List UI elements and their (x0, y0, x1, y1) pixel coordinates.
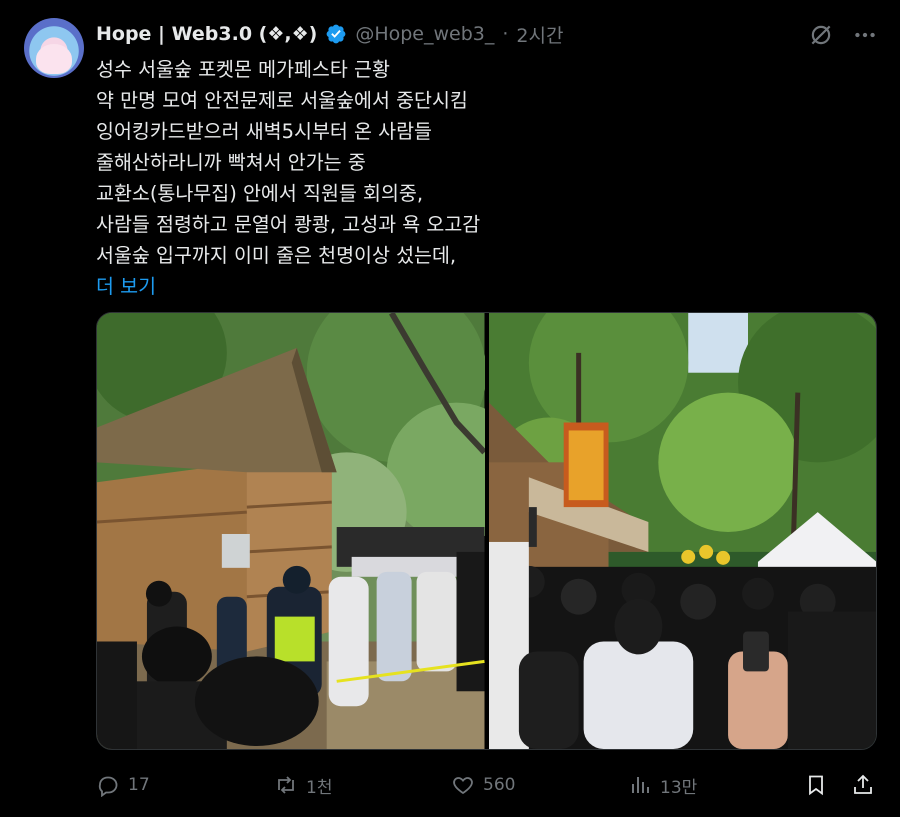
views-button[interactable]: 13만 (628, 768, 697, 802)
photo-left[interactable] (97, 313, 485, 749)
bookmark-button[interactable] (804, 768, 828, 802)
views-icon (632, 777, 649, 793)
repost-count: 1천 (306, 777, 333, 798)
like-button[interactable]: 560 (451, 768, 515, 802)
like-count: 560 (483, 775, 516, 795)
tweet-text-line: 잉어킹카드받으러 새벽5시부터 온 사람들 (96, 120, 432, 143)
tweet-text-line: 약 만명 모여 안전문제로 서울숲에서 중단시킴 (96, 89, 468, 112)
show-more-link[interactable]: 더 보기 (96, 271, 856, 302)
grok-icon[interactable] (808, 22, 834, 48)
tweet-text-line: 성수 서울숲 포켓몬 메가페스타 근황 (96, 58, 390, 81)
tweet-text-line: 사람들 점령하고 문열어 쾅쾅, 고성과 욕 오고감 (96, 213, 481, 236)
photo-right[interactable] (488, 313, 876, 749)
display-name[interactable]: Hope | Web3.0 (❖,❖) (96, 23, 317, 45)
more-icon[interactable] (852, 22, 878, 48)
media-grid (96, 312, 877, 750)
repost-button[interactable]: 1천 (274, 768, 332, 802)
tweet-text-line: 서울숲 입구까지 이미 줄은 천명이상 섰는데, (96, 244, 457, 267)
like-icon (453, 777, 473, 795)
share-button[interactable] (851, 768, 875, 802)
action-bar: 17 1천 560 13만 (96, 768, 877, 802)
timestamp[interactable]: 2시간 (516, 21, 563, 48)
views-count: 13만 (660, 777, 698, 798)
avatar[interactable] (24, 18, 84, 78)
share-icon (854, 774, 872, 794)
handle[interactable]: @Hope_web3_ (355, 23, 494, 45)
tweet-text: 성수 서울숲 포켓몬 메가페스타 근황 약 만명 모여 안전문제로 서울숲에서 … (96, 54, 856, 302)
tweet-text-line: 교환소(통나무집) 안에서 직원들 회의중, (96, 182, 424, 205)
separator-dot: · (502, 23, 509, 45)
verified-badge-icon[interactable] (325, 23, 347, 45)
bookmark-icon (809, 775, 823, 796)
tweet-text-line: 줄해산하라니까 빡쳐서 안가는 중 (96, 151, 366, 174)
reply-count: 17 (128, 775, 150, 795)
tweet-top-actions (808, 22, 878, 48)
repost-icon (278, 776, 294, 794)
reply-icon (98, 776, 118, 797)
tweet-header: Hope | Web3.0 (❖,❖) @Hope_web3_ · 2시간 (96, 20, 563, 48)
reply-button[interactable]: 17 (96, 768, 150, 802)
